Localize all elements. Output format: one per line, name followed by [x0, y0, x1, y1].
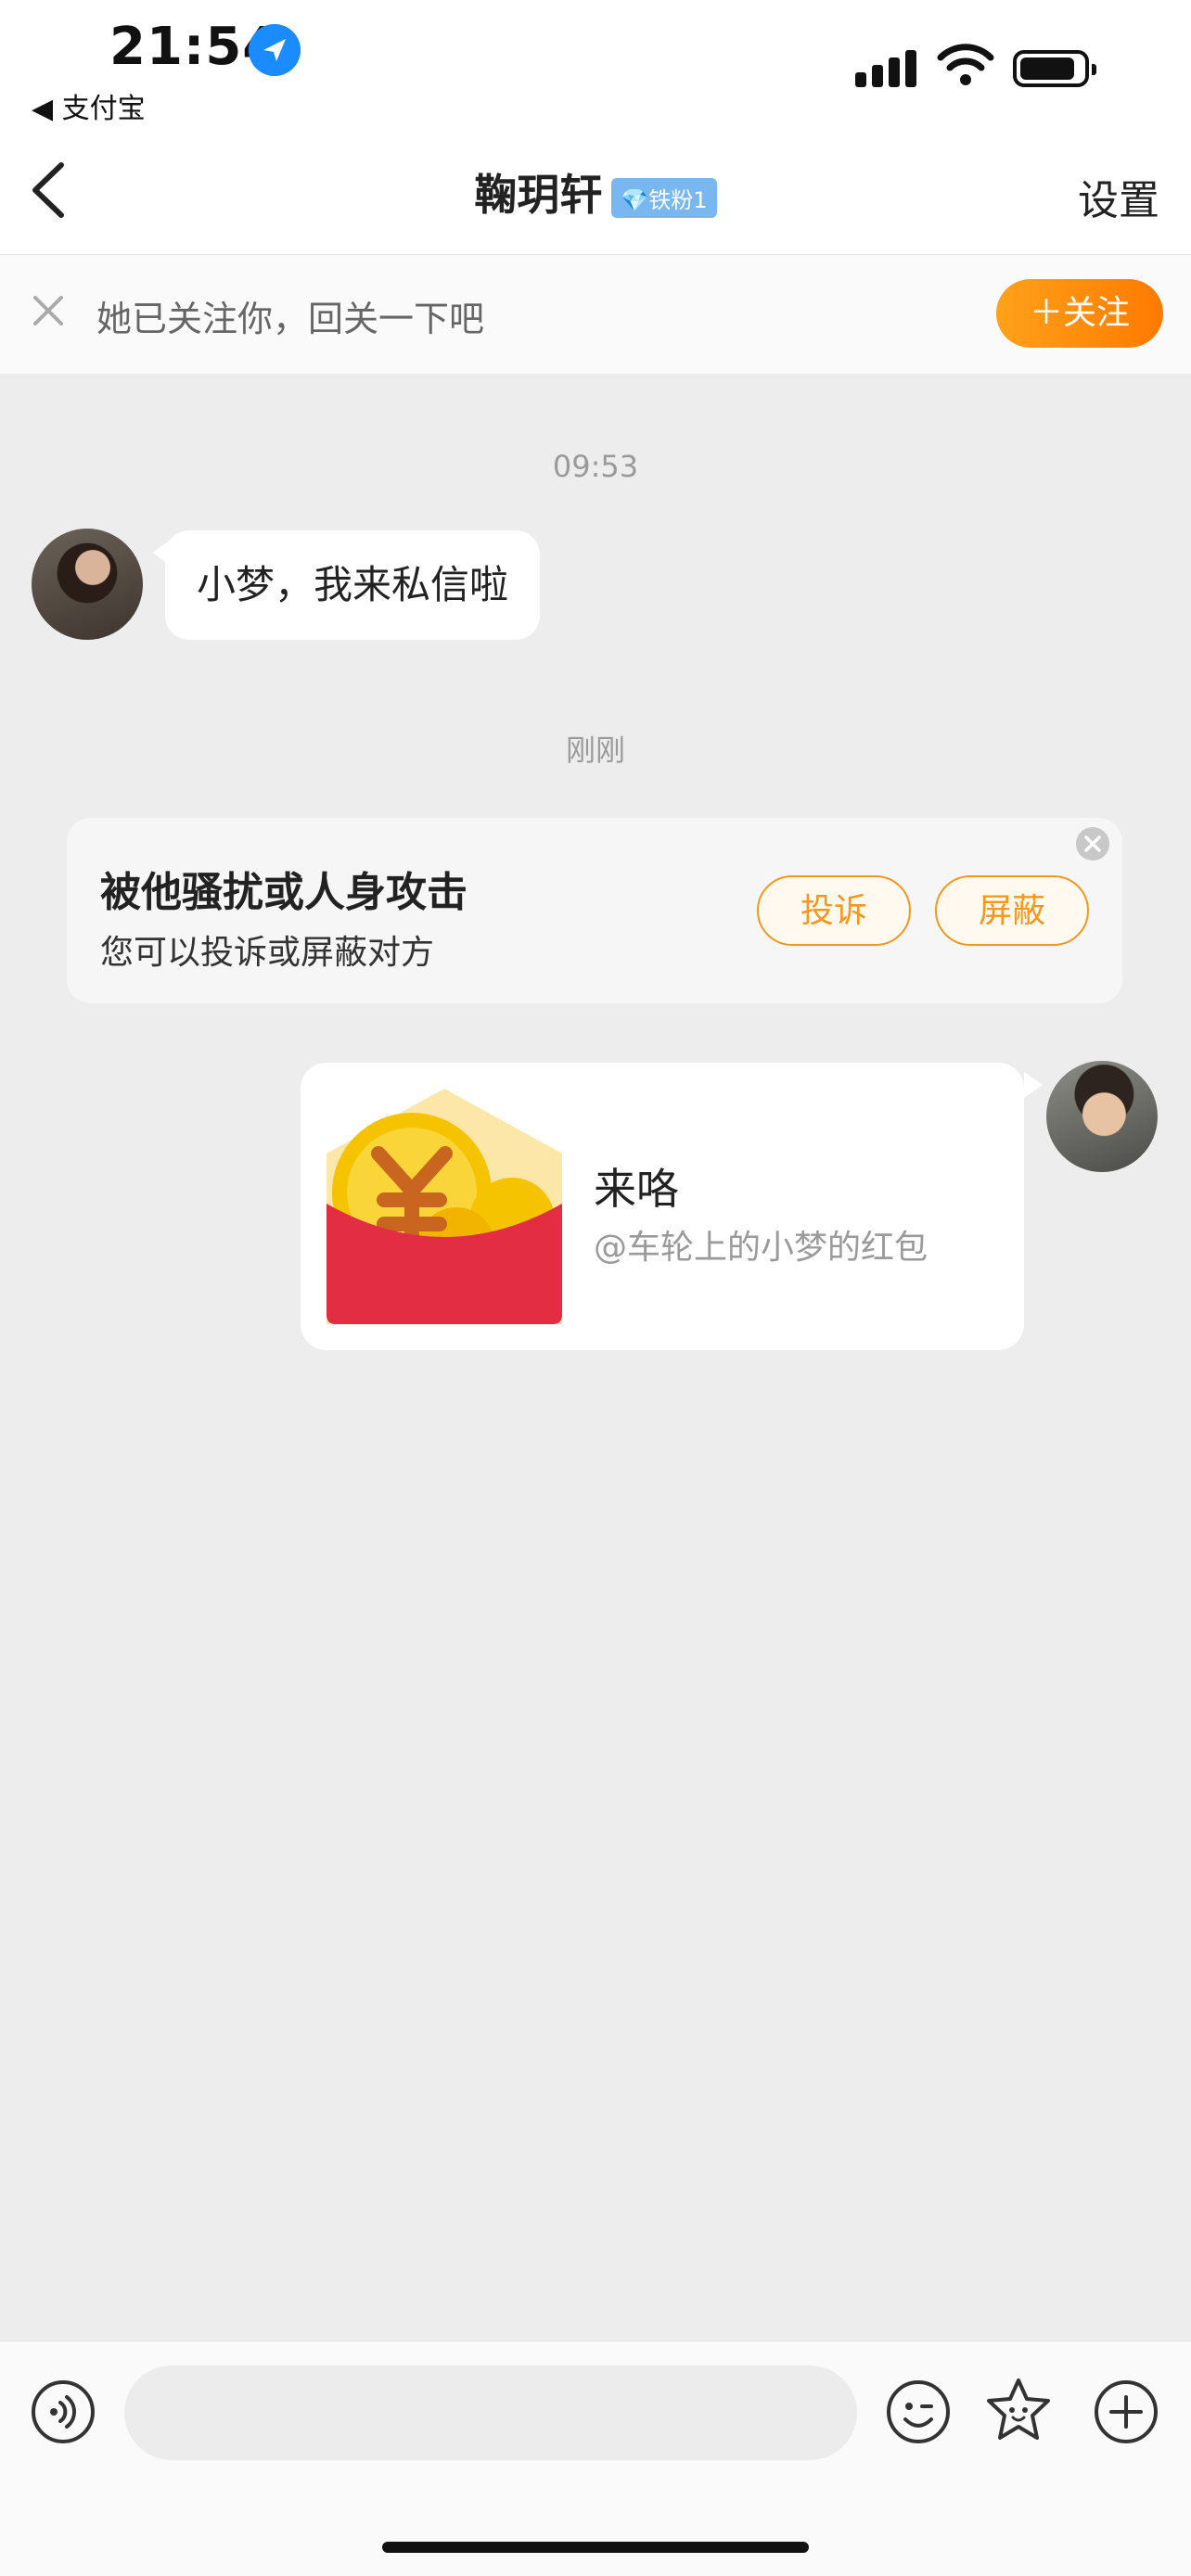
input-toolbar [0, 2340, 1191, 2576]
add-icon[interactable] [1093, 2378, 1159, 2445]
harassment-report-card: 被他骚扰或人身攻击 您可以投诉或屏蔽对方 投诉 屏蔽 [67, 818, 1122, 1003]
red-packet-sender: @车轮上的小梦的红包 [594, 1229, 928, 1267]
wifi-icon [937, 44, 994, 85]
follow-button[interactable]: ＋关注 [996, 279, 1163, 348]
red-packet-title: 来咯 [594, 1164, 679, 1214]
contact-name: 鞠玥轩 [474, 170, 603, 220]
chat-title[interactable]: 鞠玥轩 💎铁粉1 [0, 161, 1191, 223]
emoji-icon[interactable] [885, 2378, 952, 2445]
location-icon [249, 24, 301, 76]
timestamp: 刚刚 [565, 733, 625, 768]
report-button[interactable]: 投诉 [757, 875, 911, 946]
follow-back-bar: 她已关注你，回关一下吧 ＋关注 [0, 254, 1191, 374]
message-input[interactable] [124, 2366, 857, 2460]
header: 21:54 ◀ 支付宝 鞠玥轩 💎铁粉1 设置 [0, 0, 1191, 254]
cellular-signal-icon [855, 50, 916, 87]
fan-badge: 💎铁粉1 [611, 178, 717, 218]
voice-icon[interactable] [30, 2378, 96, 2445]
follow-back-prompt: 她已关注你，回关一下吧 [96, 299, 485, 339]
timestamp: 09:53 [552, 449, 639, 484]
close-icon[interactable] [1076, 827, 1109, 861]
report-card-title: 被他骚扰或人身攻击 [100, 869, 467, 916]
chat-screen: 21:54 ◀ 支付宝 鞠玥轩 💎铁粉1 设置 她已关注你，回关一下吧 ＋关注 … [0, 0, 1191, 2576]
incoming-message[interactable]: 小梦，我来私信啦 [165, 530, 541, 640]
battery-icon [1013, 50, 1096, 87]
block-button[interactable]: 屏蔽 [935, 875, 1089, 946]
close-icon[interactable] [28, 290, 69, 331]
back-to-app-link[interactable]: ◀ 支付宝 [32, 85, 146, 126]
home-indicator[interactable] [382, 2542, 809, 2553]
sticker-icon[interactable] [985, 2377, 1052, 2443]
contact-avatar[interactable] [32, 529, 143, 640]
my-avatar[interactable] [1046, 1061, 1158, 1172]
bubble-tail [1024, 1072, 1043, 1098]
report-card-subtitle: 您可以投诉或屏蔽对方 [100, 934, 435, 972]
red-packet-icon [327, 1089, 562, 1324]
settings-button[interactable]: 设置 [1078, 167, 1159, 226]
red-packet-message[interactable]: 来咯 @车轮上的小梦的红包 [301, 1063, 1024, 1350]
